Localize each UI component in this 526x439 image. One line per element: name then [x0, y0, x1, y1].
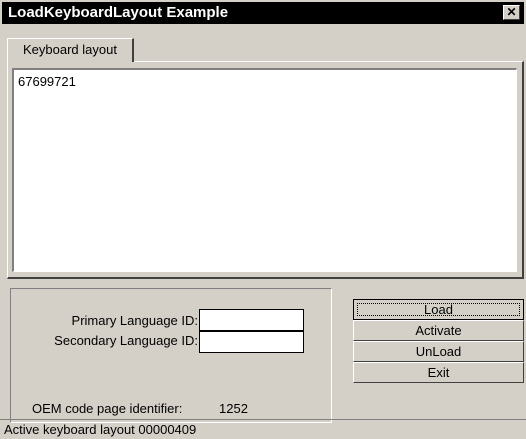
- close-icon: ✕: [506, 5, 517, 19]
- unload-button-label: UnLoad: [415, 344, 462, 359]
- exit-button-label: Exit: [427, 365, 450, 380]
- secondary-language-input[interactable]: [199, 331, 304, 353]
- load-button[interactable]: Load: [353, 299, 524, 320]
- secondary-language-label: Secondary Language ID:: [54, 333, 198, 348]
- primary-language-label: Primary Language ID:: [71, 313, 198, 328]
- tab-label: Keyboard layout: [23, 42, 117, 57]
- unload-button[interactable]: UnLoad: [353, 341, 524, 362]
- output-textarea[interactable]: 67699721: [12, 68, 517, 272]
- activate-button[interactable]: Activate: [353, 320, 524, 341]
- load-button-label: Load: [424, 302, 453, 317]
- activate-button-label: Activate: [415, 323, 462, 338]
- status-bar: Active keyboard layout 00000409: [0, 419, 526, 439]
- close-button[interactable]: ✕: [503, 5, 520, 20]
- app-window: LoadKeyboardLayout Example ✕ Keyboard la…: [0, 0, 526, 439]
- primary-language-input[interactable]: [199, 309, 304, 331]
- oem-code-page-label: OEM code page identifier:: [32, 401, 183, 416]
- status-text: Active keyboard layout 00000409: [4, 422, 197, 437]
- window-title: LoadKeyboardLayout Example: [8, 4, 229, 21]
- oem-code-page-value: 1252: [219, 401, 248, 416]
- exit-button[interactable]: Exit: [353, 362, 524, 383]
- tab-keyboard-layout[interactable]: Keyboard layout: [7, 38, 134, 62]
- title-bar: LoadKeyboardLayout Example ✕: [2, 2, 524, 24]
